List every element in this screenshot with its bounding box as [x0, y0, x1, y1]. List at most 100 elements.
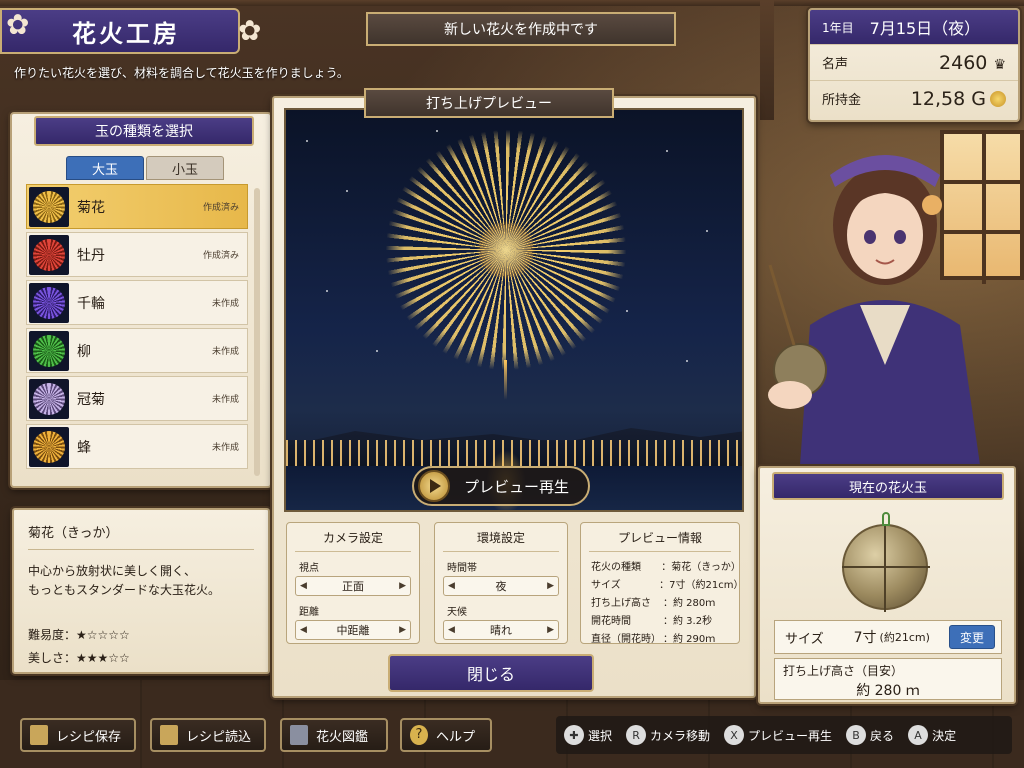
preview-play-button[interactable]: プレビュー再生 — [412, 466, 590, 506]
shell-item-name: 牡丹 — [77, 247, 105, 264]
time-label: 時間帯 — [447, 563, 477, 574]
page-title: 花火工房 — [72, 19, 180, 48]
help-button[interactable]: ? ヘルプ — [400, 718, 492, 752]
encyclopedia-button[interactable]: 花火図鑑 — [280, 718, 388, 752]
tab-small-shell[interactable]: 小玉 — [146, 156, 224, 180]
play-icon — [418, 470, 450, 502]
wood-pillar — [760, 0, 774, 120]
close-label: 閉じる — [466, 665, 515, 684]
shell-item-name: 千輪 — [77, 295, 105, 312]
shell-item-hachi[interactable]: 蜂 未作成 — [26, 424, 248, 469]
shell-item-kamuro[interactable]: 冠菊 未作成 — [26, 376, 248, 421]
shell-item-name: 冠菊 — [77, 391, 105, 408]
save-recipe-button[interactable]: レシピ保存 — [20, 718, 136, 752]
current-shell-header: 現在の花火玉 — [772, 472, 1004, 500]
status-text: 新しい花火を作成中です — [444, 22, 598, 38]
arrow-right-icon[interactable]: ▶ — [547, 625, 554, 635]
difficulty-rating: 難易度：★☆☆☆☆ — [28, 626, 254, 643]
arrow-right-icon[interactable]: ▶ — [399, 625, 406, 635]
info-row: 直径（開花時） ：約 290ｍ — [591, 633, 716, 645]
fame-value: 2460 — [939, 51, 988, 74]
page-subtitle: 作りたい花火を選び、材料を調合して花火玉を作りましょう。 — [14, 66, 349, 80]
fame-label: 名声 — [822, 57, 849, 72]
shell-item-senrin[interactable]: 千輪 未作成 — [26, 280, 248, 325]
preview-info-title: プレビュー情報 — [589, 523, 731, 552]
firework-burst-icon — [33, 238, 65, 271]
arrow-right-icon[interactable]: ▶ — [399, 581, 406, 591]
environment-settings-title: 環境設定 — [443, 523, 559, 552]
face — [847, 191, 923, 279]
arrow-right-icon[interactable]: ▶ — [547, 581, 554, 591]
load-recipe-label: レシピ読込 — [186, 729, 252, 745]
info-row: 開花時間 ：約 3.2秒 — [591, 615, 713, 627]
viewpoint-selector[interactable]: ◀ 正面 ▶ — [295, 576, 411, 596]
shell-item-botan[interactable]: 牡丹 作成済み — [26, 232, 248, 277]
shell-item-name: 菊花 — [77, 199, 105, 216]
arrow-left-icon[interactable]: ◀ — [448, 581, 455, 591]
info-row: 花火の種類 ：菊花（きっか） — [591, 561, 741, 573]
save-recipe-label: レシピ保存 — [56, 729, 122, 745]
firework-burst-icon — [33, 382, 65, 415]
money-row: 所持金 12,58 G — [810, 80, 1018, 116]
shell-item-kikka[interactable]: 菊花 作成済み — [26, 184, 248, 229]
size-value: 7寸 — [853, 630, 877, 646]
load-recipe-button[interactable]: レシピ読込 — [150, 718, 266, 752]
status-banner: 新しい花火を作成中です — [366, 12, 676, 46]
current-shell-title: 現在の花火玉 — [848, 480, 927, 496]
beauty-label: 美しさ： — [28, 651, 77, 665]
dpad-icon: ✚ — [564, 725, 584, 745]
help-label: ヘルプ — [436, 729, 476, 745]
size-label: サイズ — [785, 631, 824, 647]
launch-height-label: 打ち上げ高さ（目安） — [783, 664, 904, 678]
money-value: 12,58 G — [910, 87, 986, 110]
arrow-left-icon[interactable]: ◀ — [448, 625, 455, 635]
arrow-left-icon[interactable]: ◀ — [300, 625, 307, 635]
arrow-left-icon[interactable]: ◀ — [300, 581, 307, 591]
shell-item-yanagi[interactable]: 柳 未作成 — [26, 328, 248, 373]
distance-selector[interactable]: ◀ 中距離 ▶ — [295, 620, 411, 640]
weather-selector[interactable]: ◀ 晴れ ▶ — [443, 620, 559, 640]
launch-height-box: 打ち上げ高さ（目安） 約 280 ｍ — [774, 658, 1002, 700]
change-size-button[interactable]: 変更 — [949, 625, 995, 649]
viewpoint-label: 視点 — [299, 563, 319, 574]
camera-settings-panel: カメラ設定 視点 ◀ 正面 ▶ 距離 ◀ 中距離 ▶ — [286, 522, 420, 644]
r-stick-icon: R — [626, 725, 647, 745]
date-label: 7月15日（夜） — [869, 19, 981, 38]
close-button[interactable]: 閉じる — [388, 654, 594, 692]
current-shell-panel: 現在の花火玉 サイズ 7寸 (約21cm) 変更 打ち上げ高さ（目安） 約 28… — [758, 466, 1016, 704]
distance-value: 中距離 — [336, 624, 370, 637]
shell-item-status: 未作成 — [211, 347, 239, 357]
camera-settings-title: カメラ設定 — [295, 523, 411, 552]
save-scroll-icon — [30, 725, 48, 745]
preview-title: 打ち上げプレビュー — [426, 96, 552, 112]
time-selector[interactable]: ◀ 夜 ▶ — [443, 576, 559, 596]
distance-label: 距離 — [299, 607, 319, 618]
shell-item-status: 未作成 — [211, 443, 239, 453]
firework-preview-scene — [284, 108, 744, 512]
viewpoint-value: 正面 — [342, 580, 364, 593]
hint-camera: R カメラ移動 — [626, 725, 710, 745]
firework-thumbnail-icon — [29, 186, 69, 227]
shell-fuse-icon — [882, 512, 890, 526]
coin-icon — [990, 91, 1006, 107]
trophy-icon: ♛ — [993, 56, 1006, 73]
firework-thumbnail-icon — [29, 330, 69, 371]
size-row: サイズ 7寸 (約21cm) 変更 — [774, 620, 1002, 654]
shell-type-header: 玉の種類を選択 — [34, 116, 254, 146]
description-line: 中心から放射状に美しく開く、 — [28, 564, 197, 578]
hair-flower-icon — [922, 195, 942, 215]
x-button-icon: X — [724, 725, 745, 745]
help-icon: ? — [410, 725, 428, 745]
info-row: 打ち上げ高さ ：約 280ｍ — [591, 597, 716, 609]
a-button-icon: A — [908, 725, 929, 745]
craftswoman-character — [768, 155, 980, 465]
time-value: 夜 — [495, 580, 507, 593]
tab-large-shell[interactable]: 大玉 — [66, 156, 144, 180]
preview-info-panel: プレビュー情報 花火の種類 ：菊花（きっか） サイズ ：7寸（約21cm） 打ち上げ… — [580, 522, 744, 645]
beauty-rating: 美しさ：★★★☆☆ — [28, 649, 254, 666]
shell-list-scrollbar[interactable] — [254, 188, 260, 476]
firework-core — [476, 220, 536, 280]
play-label: プレビュー再生 — [464, 477, 570, 496]
hint-preview: X プレビュー再生 — [724, 725, 832, 745]
flower-ornament-icon: ✿ — [238, 14, 262, 47]
